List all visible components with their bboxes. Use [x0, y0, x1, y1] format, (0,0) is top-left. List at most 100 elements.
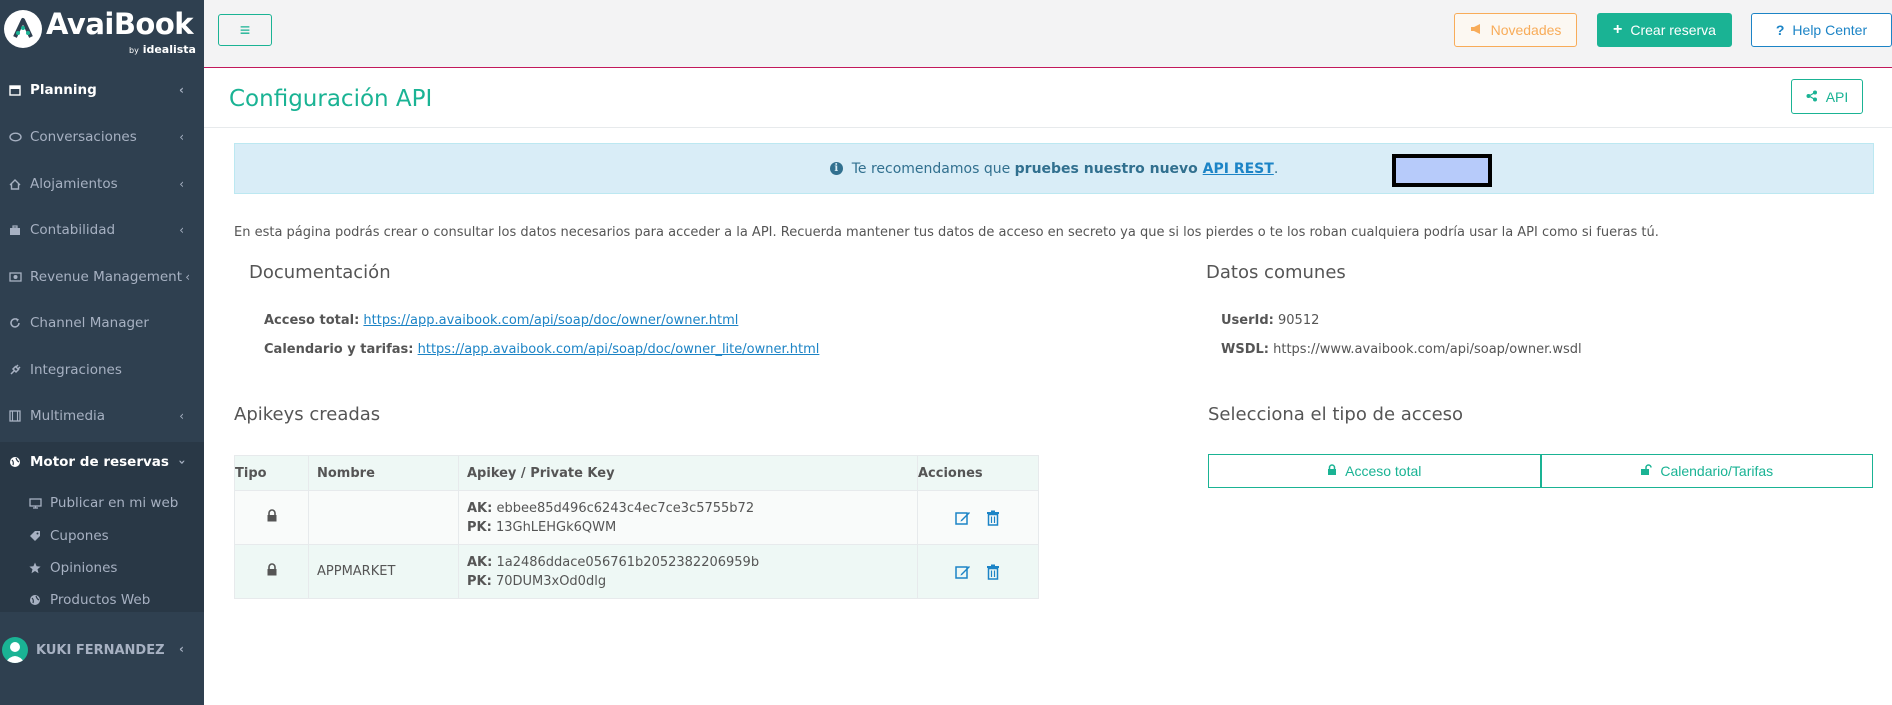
film-icon: [8, 409, 22, 423]
row-nombre: [308, 490, 459, 545]
info-icon: i: [829, 162, 843, 175]
sidebar-submenu: Publicar en mi web Cupones Opiniones Pro…: [0, 482, 204, 612]
avaibook-logo-icon: [4, 10, 42, 48]
sidebar-subitem-publicar[interactable]: Publicar en mi web: [28, 490, 178, 516]
page-title: Configuración API: [229, 86, 433, 112]
novedades-button[interactable]: Novedades: [1454, 13, 1577, 47]
sidebar-item-alojamientos[interactable]: Alojamientos ‹: [0, 164, 204, 204]
col-apikey: Apikey / Private Key: [458, 455, 918, 491]
bullhorn-icon: [1470, 22, 1483, 38]
sidebar-item-label: Conversaciones: [30, 129, 137, 145]
pk-value: 70DUM3xOd0dlg: [495, 573, 607, 589]
acceso-total-row: Acceso total: https://app.avaibook.com/a…: [264, 313, 739, 328]
highlight-box: [1392, 154, 1492, 187]
acceso-total-link[interactable]: https://app.avaibook.com/api/soap/doc/ow…: [363, 313, 738, 328]
globe-icon: [28, 594, 42, 606]
trash-icon[interactable]: [985, 564, 1001, 580]
row-actions: [917, 544, 1039, 599]
sidebar-item-integraciones[interactable]: Integraciones: [0, 350, 204, 390]
unlock-icon: [1640, 463, 1653, 479]
ak-value: ebbee85d496c6243c4ec7ce3c5755b72: [496, 500, 755, 516]
money-icon: [8, 270, 22, 284]
sidebar-subitem-cupones[interactable]: Cupones: [28, 523, 109, 549]
lock-icon: [1327, 463, 1337, 479]
sidebar-subitem-productos-web[interactable]: Productos Web: [28, 587, 150, 613]
wsdl-value: https://www.avaibook.com/api/soap/owner.…: [1273, 342, 1582, 357]
desktop-icon: [28, 497, 42, 509]
sidebar-item-label: Channel Manager: [30, 315, 149, 331]
star-icon: [28, 562, 42, 574]
api-button[interactable]: API: [1791, 79, 1863, 114]
sidebar-item-label: Motor de reservas: [30, 454, 169, 470]
sidebar-item-contabilidad[interactable]: Contabilidad ‹: [0, 210, 204, 250]
row-keys: AK: ebbee85d496c6243c4ec7ce3c5755b72 PK:…: [458, 490, 918, 545]
row-keys: AK: 1a2486ddace056761b2052382206959b PK:…: [458, 544, 918, 599]
lock-icon: [234, 544, 309, 599]
table-row: APPMARKET AK: 1a2486ddace056761b20523822…: [234, 544, 1039, 599]
alert-bold: pruebes nuestro nuevo: [1014, 160, 1203, 177]
chevron-down-icon: ‹: [174, 459, 189, 465]
topbar-divider: [204, 67, 1892, 68]
menu-toggle-button[interactable]: ≡: [218, 14, 272, 46]
chevron-left-icon: ‹: [179, 83, 184, 97]
row-nombre: APPMARKET: [308, 544, 459, 599]
help-center-button[interactable]: ? Help Center: [1751, 13, 1892, 47]
plug-icon: [8, 363, 22, 377]
row-actions: [917, 490, 1039, 545]
alert-end: .: [1273, 160, 1279, 177]
sidebar-subitem-opiniones[interactable]: Opiniones: [28, 555, 117, 581]
trash-icon[interactable]: [985, 510, 1001, 526]
chevron-left-icon: ‹: [179, 177, 184, 191]
edit-icon[interactable]: [955, 564, 971, 580]
sidebar-item-label: Revenue Management: [30, 269, 183, 285]
sidebar-subitem-label: Publicar en mi web: [50, 495, 179, 511]
datos-comunes-title: Datos comunes: [1206, 262, 1346, 283]
chevron-left-icon: ‹: [179, 223, 184, 237]
sidebar-item-label: Planning: [30, 82, 97, 98]
sidebar-item-label: Integraciones: [30, 362, 122, 378]
apikeys-title: Apikeys creadas: [234, 404, 381, 425]
chat-icon: [8, 130, 22, 144]
col-acciones: Acciones: [917, 455, 1039, 491]
chevron-left-icon: ‹: [185, 270, 190, 284]
hamburger-icon: ≡: [239, 19, 251, 40]
sidebar: AvaiBook by idealista Planning ‹ Convers…: [0, 0, 204, 705]
brand-by: by idealista: [129, 43, 196, 56]
userid-value: 90512: [1278, 313, 1320, 328]
calendario-link[interactable]: https://app.avaibook.com/api/soap/doc/ow…: [418, 342, 820, 357]
briefcase-icon: [8, 223, 22, 237]
access-type-group: Acceso total Calendario/Tarifas: [1208, 454, 1873, 488]
col-tipo: Tipo: [234, 455, 309, 491]
acceso-total-button[interactable]: Acceso total: [1208, 454, 1541, 488]
sidebar-item-conversaciones[interactable]: Conversaciones ‹: [0, 117, 204, 157]
avatar: [2, 637, 28, 663]
edit-icon[interactable]: [955, 510, 971, 526]
info-alert: i Te recomendamos que pruebes nuestro nu…: [234, 143, 1874, 194]
col-nombre: Nombre: [308, 455, 459, 491]
calendario-tarifas-button[interactable]: Calendario/Tarifas: [1540, 454, 1873, 488]
brand-logo[interactable]: AvaiBook by idealista: [0, 0, 204, 58]
user-menu[interactable]: KUKI FERNANDEZ ‹: [0, 630, 204, 670]
documentacion-title: Documentación: [249, 262, 391, 283]
sidebar-item-motor-de-reservas[interactable]: Motor de reservas ‹: [0, 442, 204, 482]
sidebar-item-revenue-management[interactable]: Revenue Management ‹: [0, 257, 204, 297]
home-icon: [8, 177, 22, 191]
ak-value: 1a2486ddace056761b2052382206959b: [496, 554, 760, 570]
chevron-left-icon: ‹: [179, 642, 184, 656]
tipo-acceso-title: Selecciona el tipo de acceso: [1208, 404, 1464, 425]
calendar-icon: [8, 83, 22, 97]
user-name: KUKI FERNANDEZ: [36, 642, 165, 658]
sidebar-item-planning[interactable]: Planning ‹: [0, 70, 204, 110]
alert-text: Te recomendamos que: [851, 160, 1015, 177]
crear-reserva-button[interactable]: + Crear reserva: [1597, 13, 1732, 47]
api-rest-link[interactable]: API REST: [1203, 161, 1274, 177]
globe-icon: [8, 455, 22, 469]
apikeys-table: Tipo Nombre Apikey / Private Key Accione…: [234, 455, 1039, 599]
tag-icon: [28, 530, 42, 542]
lock-icon: [234, 490, 309, 545]
userid-row: UserId: 90512: [1221, 313, 1320, 328]
chevron-left-icon: ‹: [179, 409, 184, 423]
sidebar-item-label: Alojamientos: [30, 176, 118, 192]
sidebar-item-channel-manager[interactable]: Channel Manager: [0, 303, 204, 343]
sidebar-item-multimedia[interactable]: Multimedia ‹: [0, 396, 204, 436]
